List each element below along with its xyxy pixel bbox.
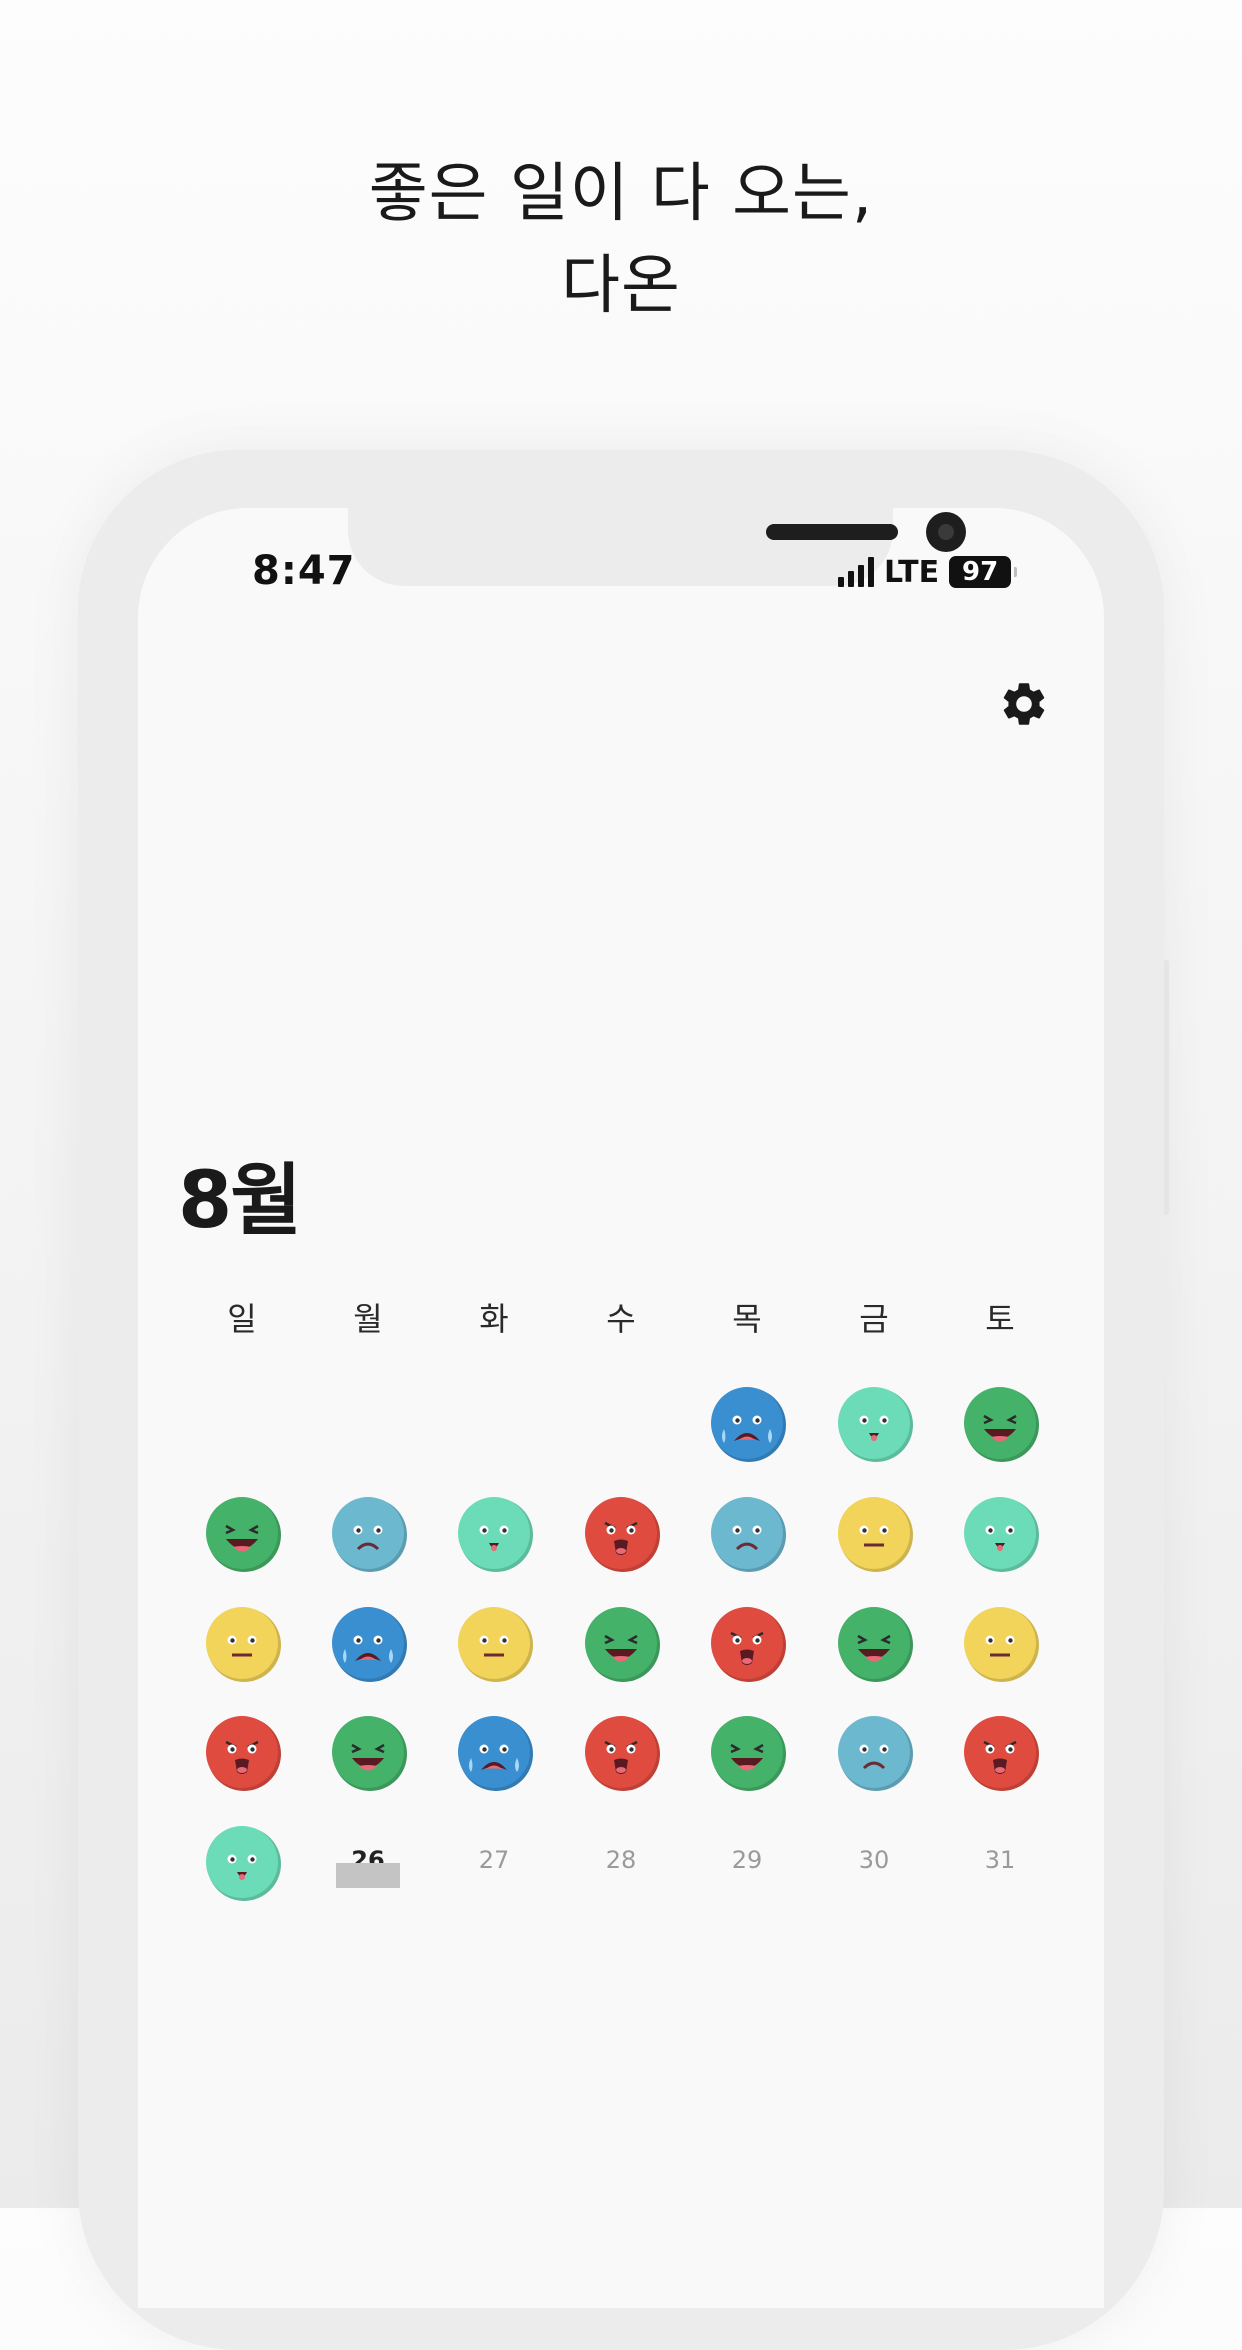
day-cell-empty[interactable]: 29 — [707, 1846, 787, 1874]
headline-line-2: 다온 — [561, 249, 681, 323]
mood-green-laughing-icon[interactable] — [960, 1383, 1040, 1463]
mood-red-angry-icon[interactable] — [202, 1712, 282, 1792]
calendar-grid: 26 27 28 29 30 31 — [138, 508, 1104, 2308]
mood-mint-happy-icon[interactable] — [960, 1493, 1040, 1573]
mood-red-angry-icon[interactable] — [581, 1493, 661, 1573]
mood-green-laughing-icon[interactable] — [581, 1603, 661, 1683]
today-indicator — [336, 1863, 400, 1888]
mood-green-laughing-icon[interactable] — [707, 1712, 787, 1792]
mood-mint-happy-icon[interactable] — [834, 1383, 914, 1463]
day-cell-empty[interactable]: 28 — [581, 1846, 661, 1874]
mood-green-laughing-icon[interactable] — [202, 1493, 282, 1573]
day-cell-empty[interactable]: 30 — [834, 1846, 914, 1874]
mood-red-angry-icon[interactable] — [960, 1712, 1040, 1792]
app-screen: 8:47 LTE 97 8월 일 월 화 수 목 금 토 26 27 28 29 30 3… — [138, 508, 1104, 2308]
headline-line-1: 좋은 일이 다 오는, — [368, 157, 874, 231]
mood-yellow-neutral-icon[interactable] — [960, 1603, 1040, 1683]
mood-sky-sad-icon[interactable] — [707, 1493, 787, 1573]
mood-mint-happy-icon[interactable] — [202, 1822, 282, 1902]
mood-red-angry-icon[interactable] — [581, 1712, 661, 1792]
mood-blue-crying-icon[interactable] — [707, 1383, 787, 1463]
mood-yellow-neutral-icon[interactable] — [834, 1493, 914, 1573]
mood-blue-crying-icon[interactable] — [454, 1712, 534, 1792]
headline: 좋은 일이 다 오는, 다온 — [0, 148, 1242, 332]
day-cell-empty[interactable]: 27 — [454, 1846, 534, 1874]
mood-green-laughing-icon[interactable] — [328, 1712, 408, 1792]
mood-yellow-neutral-icon[interactable] — [202, 1603, 282, 1683]
mood-sky-sad-icon[interactable] — [328, 1493, 408, 1573]
phone-side-button — [1164, 960, 1169, 1215]
mood-sky-sad-icon[interactable] — [834, 1712, 914, 1792]
mood-red-angry-icon[interactable] — [707, 1603, 787, 1683]
mood-blue-crying-icon[interactable] — [328, 1603, 408, 1683]
day-cell-empty[interactable]: 31 — [960, 1846, 1040, 1874]
mood-green-laughing-icon[interactable] — [834, 1603, 914, 1683]
mood-yellow-neutral-icon[interactable] — [454, 1603, 534, 1683]
mood-mint-happy-icon[interactable] — [454, 1493, 534, 1573]
